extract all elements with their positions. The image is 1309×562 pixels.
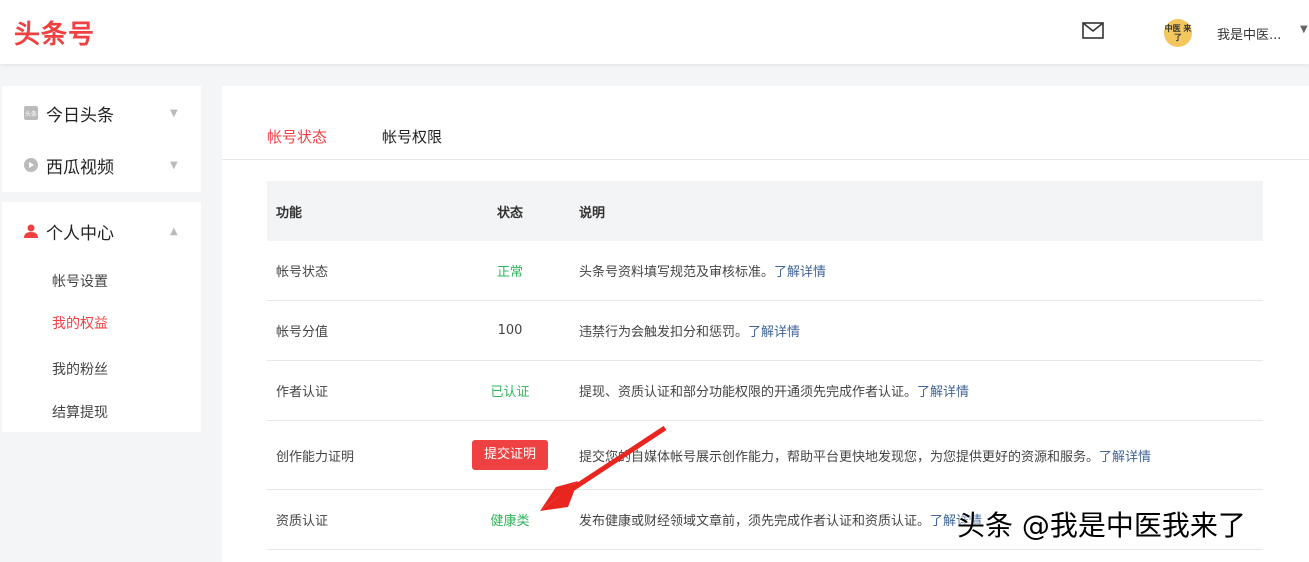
row-status: 100: [497, 323, 523, 338]
learn-more-link[interactable]: 了解详情: [774, 261, 826, 280]
desc-text: 头条号资料填写规范及审核标准。: [579, 265, 775, 280]
sidebar-sub-my-rights[interactable]: 我的权益: [52, 313, 108, 333]
header-feature: 功能: [276, 205, 303, 221]
chevron-down-icon[interactable]: ▼: [170, 160, 178, 171]
desc-text: 违禁行为会触发扣分和惩罚。: [579, 325, 749, 340]
sidebar-item-xigua[interactable]: 西瓜视频: [24, 150, 114, 180]
toutiao-icon: 头条: [24, 106, 38, 120]
row-feature: 帐号状态: [276, 265, 329, 280]
row-feature: 作者认证: [276, 385, 329, 400]
chevron-down-icon[interactable]: ▼: [170, 108, 178, 119]
sidebar-personal: 个人中心 ▲ 帐号设置 我的权益 我的粉丝 结算提现: [2, 202, 201, 432]
learn-more-link[interactable]: 了解详情: [1099, 446, 1151, 465]
table-row: 帐号状态 正常 头条号资料填写规范及审核标准。 了解详情: [267, 241, 1263, 301]
username[interactable]: 我是中医...: [1217, 24, 1281, 43]
learn-more-link[interactable]: 了解详情: [917, 381, 969, 400]
row-status: 正常: [496, 265, 523, 280]
top-bar: 头条号 中医 来了 我是中医... ▼: [0, 0, 1309, 64]
tab-account-status[interactable]: 帐号状态: [267, 126, 327, 147]
sidebar-sub-account-settings[interactable]: 帐号设置: [52, 271, 108, 291]
sidebar-item-toutiao[interactable]: 头条 今日头条: [24, 98, 114, 128]
watermark: 头条 @我是中医我来了: [957, 509, 1246, 542]
annotation-arrow-icon: [540, 425, 667, 511]
chevron-down-icon[interactable]: ▼: [1300, 24, 1308, 35]
sidebar-item-label: 个人中心: [46, 223, 114, 244]
row-description: 头条号资料填写规范及审核标准。 了解详情: [579, 241, 826, 300]
tab-divider: [222, 159, 1309, 160]
table-row: 帐号分值 100 违禁行为会触发扣分和惩罚。 了解详情: [267, 301, 1263, 361]
header-description: 说明: [579, 205, 606, 221]
sidebar-item-personal-center[interactable]: 个人中心: [24, 216, 114, 246]
tab-account-permissions[interactable]: 帐号权限: [382, 126, 442, 147]
logo[interactable]: 头条号: [14, 14, 95, 51]
chevron-up-icon[interactable]: ▲: [170, 226, 178, 237]
row-status: 已认证: [490, 385, 530, 400]
header-status: 状态: [496, 205, 523, 221]
learn-more-link[interactable]: 了解详情: [748, 321, 800, 340]
table-row: 作者认证 已认证 提现、资质认证和部分功能权限的开通须先完成作者认证。 了解详情: [267, 361, 1263, 421]
row-description: 违禁行为会触发扣分和惩罚。 了解详情: [579, 301, 800, 360]
row-feature: 资质认证: [276, 514, 329, 529]
svg-text:头条: 头条: [25, 110, 37, 118]
sidebar-sub-settlement[interactable]: 结算提现: [52, 402, 108, 422]
user-icon: [24, 224, 38, 238]
rights-table: 功能 状态 说明 帐号状态 正常 头条号资料填写规范及审核标准。 了解详情 帐号分…: [267, 181, 1263, 550]
avatar[interactable]: 中医 来了: [1164, 19, 1192, 47]
desc-text: 提现、资质认证和部分功能权限的开通须先完成作者认证。: [579, 385, 918, 400]
row-feature: 帐号分值: [276, 325, 329, 340]
xigua-icon: [24, 158, 38, 172]
sidebar-item-label: 今日头条: [46, 105, 114, 126]
mail-icon[interactable]: [1082, 22, 1104, 39]
sidebar-item-label: 西瓜视频: [46, 157, 114, 178]
row-description: 提现、资质认证和部分功能权限的开通须先完成作者认证。 了解详情: [579, 361, 969, 420]
table-row: 创作能力证明 提交证明 提交您的自媒体帐号展示创作能力，帮助平台更快地发现您，为…: [267, 421, 1263, 490]
row-feature: 创作能力证明: [276, 449, 355, 465]
table-header: 功能 状态 说明: [267, 181, 1263, 241]
sidebar-sub-my-fans[interactable]: 我的粉丝: [52, 359, 108, 379]
sidebar-platforms: 头条 今日头条 ▼ 西瓜视频 ▼: [2, 86, 201, 192]
